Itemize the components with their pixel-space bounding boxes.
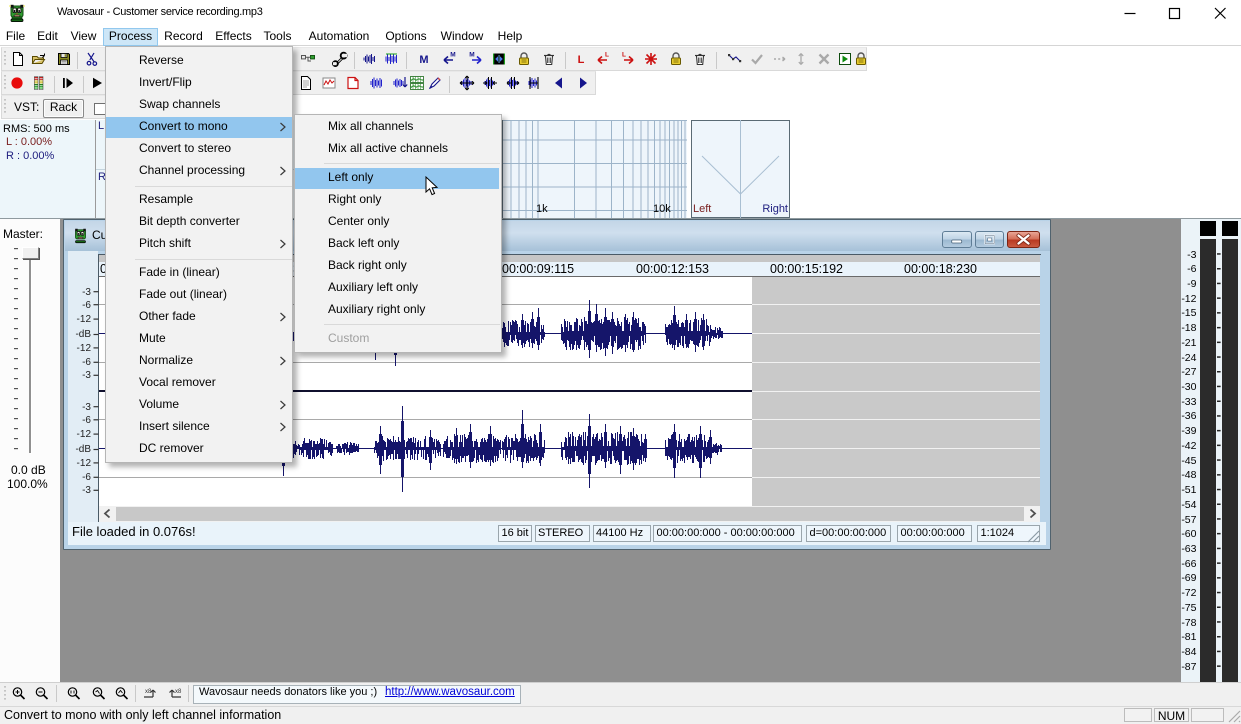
svg-text:x8: x8 xyxy=(145,689,152,695)
svg-text:x8: x8 xyxy=(175,689,182,695)
